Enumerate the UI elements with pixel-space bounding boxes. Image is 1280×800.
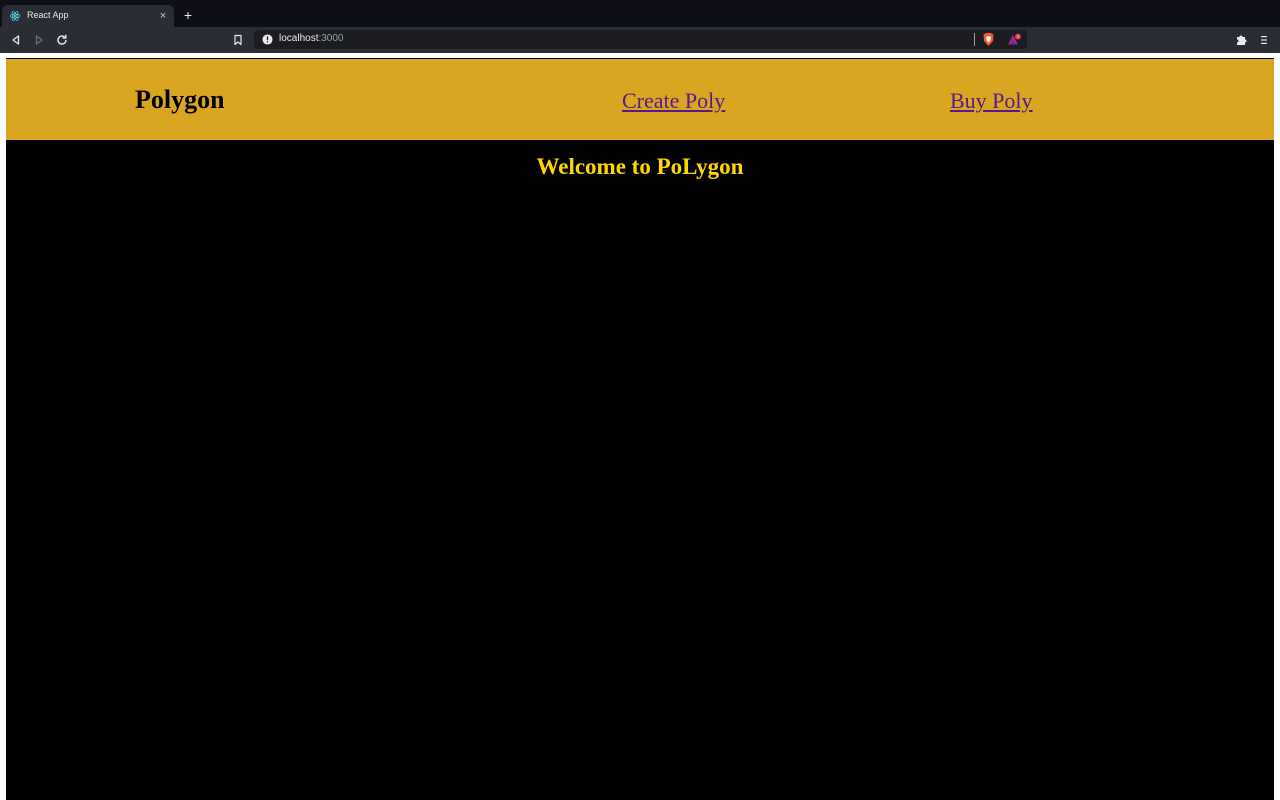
browser-window: React App × + localhost:3000 1 Polygon C… xyxy=(0,0,1280,800)
tab-title: React App xyxy=(27,10,69,20)
url-text: localhost:3000 xyxy=(279,33,344,44)
omnibox-divider xyxy=(974,33,975,46)
page-viewport: Polygon Create Poly Buy Poly Welcome to … xyxy=(6,58,1274,800)
forward-icon[interactable] xyxy=(32,33,46,47)
brave-shields-icon[interactable] xyxy=(982,32,995,47)
site-info-icon[interactable] xyxy=(262,34,273,45)
brand-title: Polygon xyxy=(135,85,225,114)
new-tab-button[interactable]: + xyxy=(181,8,195,22)
tab-strip: React App × + xyxy=(0,0,1280,27)
extensions-icon[interactable] xyxy=(1234,33,1248,47)
bookmark-icon[interactable] xyxy=(231,33,245,47)
url-host: localhost xyxy=(279,33,319,44)
buy-poly-link[interactable]: Buy Poly xyxy=(950,88,1033,114)
close-tab-icon[interactable]: × xyxy=(156,9,170,23)
reload-icon[interactable] xyxy=(55,33,69,47)
create-poly-link[interactable]: Create Poly xyxy=(622,88,725,114)
browser-toolbar: localhost:3000 1 xyxy=(0,27,1280,53)
address-bar[interactable]: localhost:3000 1 xyxy=(254,30,1027,49)
back-icon[interactable] xyxy=(9,33,23,47)
viewport-border-right xyxy=(1274,53,1280,800)
menu-icon[interactable] xyxy=(1257,33,1271,47)
react-logo-icon xyxy=(9,11,21,21)
tab-react-app[interactable]: React App × xyxy=(2,5,174,27)
navbar: Polygon Create Poly Buy Poly xyxy=(6,59,1274,140)
url-port: :3000 xyxy=(318,33,344,44)
brave-rewards-icon[interactable]: 1 xyxy=(1007,33,1021,46)
welcome-heading: Welcome to PoLygon xyxy=(536,154,744,179)
